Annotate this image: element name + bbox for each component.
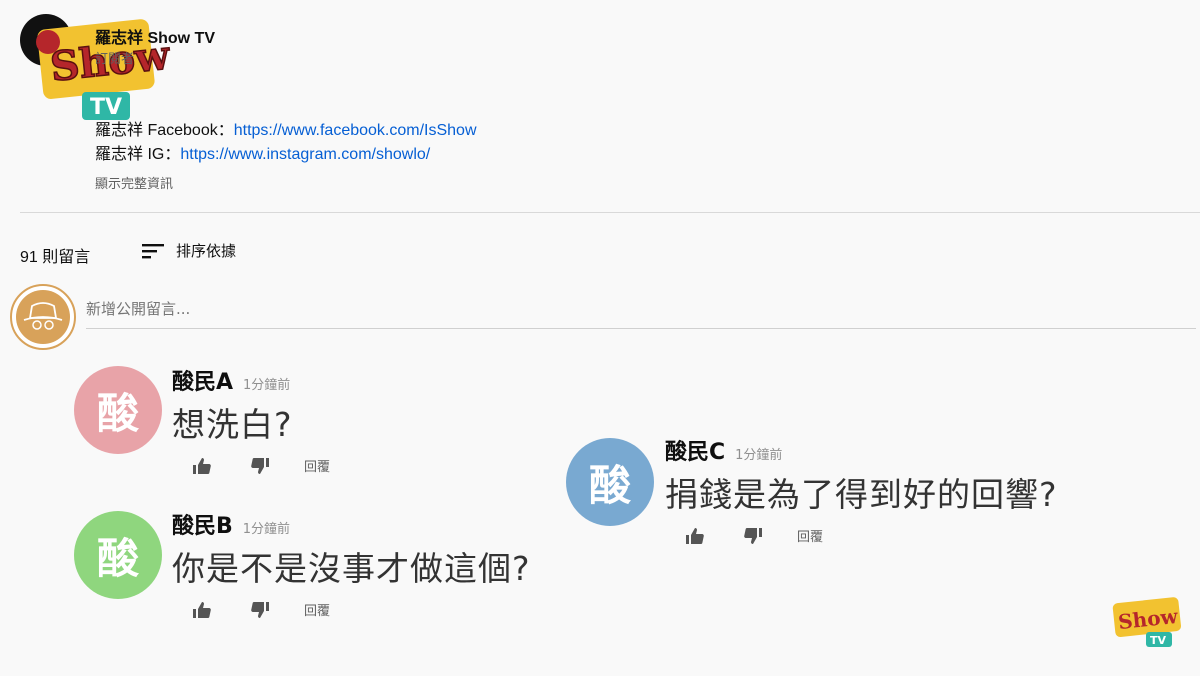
comment-body: 酸民A 1分鐘前 想洗白? 回覆: [172, 364, 330, 475]
comment-actions: 回覆: [192, 456, 330, 475]
thumbs-down-icon[interactable]: [743, 527, 763, 545]
comment-item: 酸: [74, 511, 162, 599]
comment-text: 你是不是沒事才做這個?: [172, 549, 531, 588]
comment-time[interactable]: 1分鐘前: [735, 448, 782, 463]
hat-icon: [23, 302, 63, 330]
sort-label: 排序依據: [176, 242, 237, 260]
comment-time[interactable]: 1分鐘前: [243, 522, 290, 537]
comment-actions: 回覆: [685, 526, 1058, 545]
show-more-link[interactable]: 顯示完整資訊: [95, 173, 173, 192]
sort-icon: [142, 243, 164, 258]
sort-button[interactable]: 排序依據: [142, 240, 236, 261]
comment-author: 酸民A 1分鐘前: [172, 364, 330, 396]
reply-button[interactable]: 回覆: [797, 526, 823, 545]
comment-count: 91 則留言: [20, 249, 91, 266]
channel-name[interactable]: 羅志祥 Show TV: [95, 24, 215, 48]
divider: [20, 212, 1200, 213]
instagram-link[interactable]: https://www.instagram.com/showlo/: [180, 146, 430, 163]
commenter-avatar[interactable]: 酸: [74, 366, 162, 454]
comment-actions: 回覆: [192, 600, 531, 619]
thumbs-down-icon[interactable]: [250, 457, 270, 475]
svg-text:TV: TV: [1150, 634, 1167, 647]
instagram-line: 羅志祥 IG：https://www.instagram.com/showlo/: [95, 140, 430, 164]
thumbs-down-icon[interactable]: [250, 601, 270, 619]
thumbs-up-icon[interactable]: [685, 527, 705, 545]
comment-author: 酸民B 1分鐘前: [172, 508, 531, 540]
commenter-avatar[interactable]: 酸: [566, 438, 654, 526]
instagram-label: 羅志祥 IG：: [95, 146, 181, 163]
comment-author: 酸民C 1分鐘前: [665, 434, 1058, 466]
comment-text: 捐錢是為了得到好的回響?: [665, 475, 1058, 514]
author-name[interactable]: 酸民B: [172, 514, 233, 539]
facebook-link[interactable]: https://www.facebook.com/IsShow: [234, 122, 477, 139]
comment-time[interactable]: 1分鐘前: [243, 378, 290, 393]
comment-item: 酸: [74, 366, 162, 454]
reply-button[interactable]: 回覆: [304, 456, 330, 475]
facebook-label: 羅志祥 Facebook：: [95, 122, 234, 139]
author-name[interactable]: 酸民C: [665, 440, 725, 465]
comment-item: 酸: [566, 438, 654, 526]
author-name[interactable]: 酸民A: [172, 370, 233, 395]
comment-body: 酸民C 1分鐘前 捐錢是為了得到好的回響? 回覆: [665, 434, 1058, 545]
comment-body: 酸民B 1分鐘前 你是不是沒事才做這個? 回覆: [172, 508, 531, 619]
thumbs-up-icon[interactable]: [192, 457, 212, 475]
comment-input[interactable]: [86, 300, 1196, 329]
facebook-line: 羅志祥 Facebook：https://www.facebook.com/Is…: [95, 116, 477, 140]
reply-button[interactable]: 回覆: [304, 600, 330, 619]
watermark-logo: Show TV: [1112, 597, 1182, 647]
subscriber-count: 訂閱者: [95, 52, 135, 67]
thumbs-up-icon[interactable]: [192, 601, 212, 619]
commenter-avatar[interactable]: 酸: [74, 511, 162, 599]
comment-text: 想洗白?: [172, 405, 293, 444]
user-avatar: [10, 284, 76, 350]
